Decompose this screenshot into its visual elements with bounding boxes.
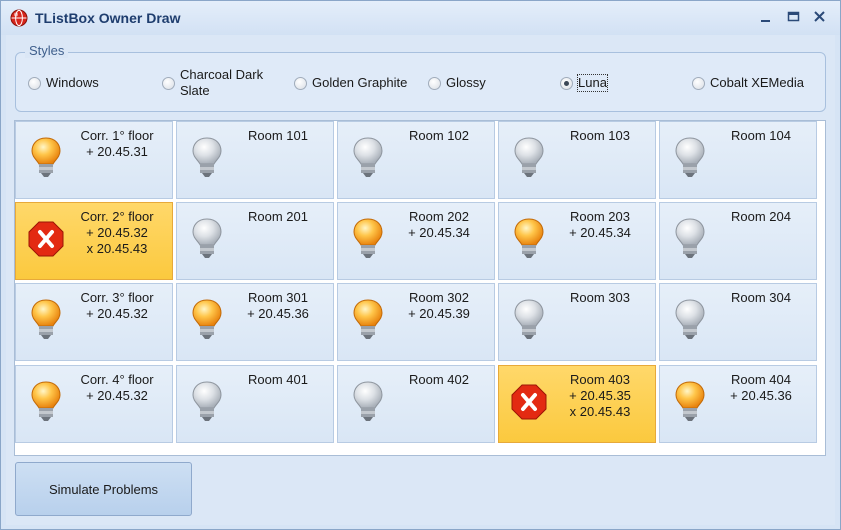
room-label: Room 304 <box>731 290 791 305</box>
room-label: Room 402 <box>409 372 469 387</box>
room-label: Room 404 + 20.45.36 <box>730 372 792 403</box>
room-label: Corr. 4° floor + 20.45.32 <box>80 372 154 403</box>
radio-button-icon[interactable] <box>28 76 41 90</box>
styles-groupbox: Windows Charcoal Dark Slate Golden Graph… <box>15 52 826 112</box>
radio-charcoal-dark-slate[interactable]: Charcoal Dark Slate <box>162 53 263 113</box>
list-item[interactable]: Room 104 <box>659 121 817 199</box>
lightbulb-on-icon <box>350 217 386 261</box>
room-label: Room 203 + 20.45.34 <box>569 209 631 240</box>
rooms-listbox[interactable]: Corr. 1° floor + 20.45.31 Room 101 Room 10… <box>14 120 826 456</box>
list-item[interactable]: Room 102 <box>337 121 495 199</box>
room-label: Corr. 3° floor + 20.45.32 <box>80 290 154 321</box>
list-item[interactable]: Room 103 <box>498 121 656 199</box>
red-sphere-app-icon[interactable] <box>10 9 28 27</box>
list-item[interactable]: Corr. 4° floor + 20.45.32 <box>15 365 173 443</box>
radio-label-golden-graphite: Golden Graphite <box>312 75 408 90</box>
room-label: Room 204 <box>731 209 791 224</box>
room-label: Room 303 <box>570 290 630 305</box>
list-item[interactable]: Corr. 1° floor + 20.45.31 <box>15 121 173 199</box>
list-item[interactable]: Room 303 <box>498 283 656 361</box>
list-item[interactable]: Room 101 <box>176 121 334 199</box>
list-item[interactable]: Room 402 <box>337 365 495 443</box>
room-label: Room 103 <box>570 128 630 143</box>
list-item[interactable]: Room 403 + 20.45.35 x 20.45.43 <box>498 365 656 443</box>
room-label: Room 403 + 20.45.35 x 20.45.43 <box>569 372 631 419</box>
room-label: Room 101 <box>248 128 308 143</box>
radio-glossy[interactable]: Glossy <box>428 53 486 113</box>
room-label: Corr. 2° floor + 20.45.32 x 20.45.43 <box>80 209 154 256</box>
room-label: Room 202 + 20.45.34 <box>408 209 470 240</box>
room-label: Room 104 <box>731 128 791 143</box>
lightbulb-off-icon <box>672 217 708 261</box>
list-item[interactable]: Corr. 2° floor + 20.45.32 x 20.45.43 <box>15 202 173 280</box>
radio-cobalt-xemedia[interactable]: Cobalt XEMedia <box>692 53 804 113</box>
styles-group-title: Styles <box>25 43 69 58</box>
lightbulb-off-icon <box>511 298 547 342</box>
radio-button-checked-icon[interactable] <box>560 76 573 90</box>
room-label: Room 302 + 20.45.39 <box>408 290 470 321</box>
list-item[interactable]: Room 203 + 20.45.34 <box>498 202 656 280</box>
radio-label-windows: Windows <box>46 75 99 90</box>
list-item[interactable]: Room 204 <box>659 202 817 280</box>
simulate-problems-button[interactable]: Simulate Problems <box>15 462 192 516</box>
lightbulb-off-icon <box>189 136 225 180</box>
radio-button-icon[interactable] <box>692 76 705 90</box>
minimize-icon[interactable] <box>753 5 779 29</box>
lightbulb-on-icon <box>511 217 547 261</box>
list-item[interactable]: Room 301 + 20.45.36 <box>176 283 334 361</box>
lightbulb-on-icon <box>350 298 386 342</box>
window-title: TListBox Owner Draw <box>35 10 181 26</box>
lightbulb-on-icon <box>28 298 64 342</box>
room-label: Room 201 <box>248 209 308 224</box>
main-window: TListBox Owner Draw Windows Charcoal Dar… <box>0 0 841 530</box>
radio-windows[interactable]: Windows <box>28 53 99 113</box>
radio-luna[interactable]: Luna <box>560 53 608 113</box>
list-item[interactable]: Room 302 + 20.45.39 <box>337 283 495 361</box>
room-label: Corr. 1° floor + 20.45.31 <box>80 128 154 159</box>
close-icon[interactable] <box>807 5 833 29</box>
maximize-icon[interactable] <box>781 5 807 29</box>
room-label: Room 401 <box>248 372 308 387</box>
list-item[interactable]: Corr. 3° floor + 20.45.32 <box>15 283 173 361</box>
list-item[interactable]: Room 201 <box>176 202 334 280</box>
radio-button-icon[interactable] <box>162 76 175 90</box>
radio-button-icon[interactable] <box>294 76 307 90</box>
list-item[interactable]: Room 401 <box>176 365 334 443</box>
radio-label-cobalt-xemedia: Cobalt XEMedia <box>710 75 804 90</box>
room-label: Room 102 <box>409 128 469 143</box>
radio-golden-graphite[interactable]: Golden Graphite <box>294 53 407 113</box>
title-bar[interactable]: TListBox Owner Draw <box>1 1 840 35</box>
lightbulb-on-icon <box>672 380 708 424</box>
lightbulb-off-icon <box>350 136 386 180</box>
error-octagon-icon <box>28 217 64 261</box>
radio-label-charcoal-dark-slate: Charcoal Dark Slate <box>180 67 264 98</box>
radio-label-luna: Luna <box>577 74 608 92</box>
client-area: Windows Charcoal Dark Slate Golden Graph… <box>6 35 835 525</box>
lightbulb-off-icon <box>189 217 225 261</box>
lightbulb-on-icon <box>28 380 64 424</box>
lightbulb-on-icon <box>28 136 64 180</box>
list-item[interactable]: Room 404 + 20.45.36 <box>659 365 817 443</box>
lightbulb-off-icon <box>350 380 386 424</box>
lightbulb-on-icon <box>189 298 225 342</box>
lightbulb-off-icon <box>511 136 547 180</box>
list-item[interactable]: Room 304 <box>659 283 817 361</box>
list-item[interactable]: Room 202 + 20.45.34 <box>337 202 495 280</box>
radio-label-glossy: Glossy <box>446 75 486 90</box>
error-octagon-icon <box>511 380 547 424</box>
room-label: Room 301 + 20.45.36 <box>247 290 309 321</box>
radio-button-icon[interactable] <box>428 76 441 90</box>
lightbulb-off-icon <box>672 298 708 342</box>
lightbulb-off-icon <box>672 136 708 180</box>
lightbulb-off-icon <box>189 380 225 424</box>
